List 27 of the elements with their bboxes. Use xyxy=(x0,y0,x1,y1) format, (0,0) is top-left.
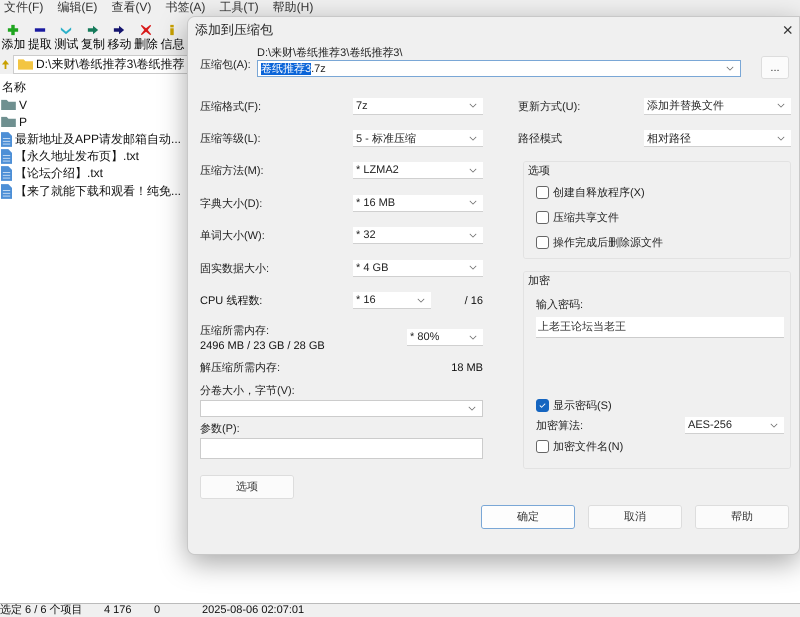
field-label: 压缩方法(M): xyxy=(200,164,264,178)
status-text: 0 xyxy=(154,604,162,617)
status-text: 2025-08-06 02:07:01 xyxy=(202,604,304,617)
field-label: 单词大小(W): xyxy=(200,229,265,244)
field-label: 压缩包(A): xyxy=(200,58,252,73)
field-label: 加密算法: xyxy=(536,418,584,434)
field-label: 解压缩所需内存: xyxy=(200,360,280,376)
field-label: 输入密码: xyxy=(536,298,584,312)
group-title: 加密 xyxy=(528,274,550,288)
field-label: 分卷大小，字节(V): xyxy=(200,384,296,398)
field-label: 参数(P): xyxy=(200,422,241,436)
field-label: 字典大小(D): xyxy=(200,196,262,211)
field-label: CPU 线程数: xyxy=(200,294,262,308)
archive-path: D:\来财\卷纸推荐3\卷纸推荐3\ xyxy=(257,47,404,60)
field-label: 路径模式 xyxy=(518,132,562,146)
thread-max: / 16 xyxy=(464,294,483,307)
dialog-title: 添加到压缩包 xyxy=(195,21,273,39)
field-label: 固实数据大小: xyxy=(200,262,270,276)
group-title: 选项 xyxy=(528,164,550,178)
status-text: 4 176 xyxy=(104,604,133,617)
memory-value: 18 MB xyxy=(451,362,483,374)
field-label: 压缩所需内存: xyxy=(200,324,270,338)
field-label: 压缩等级(L): xyxy=(200,132,260,146)
memory-value: 2496 MB / 23 GB / 28 GB xyxy=(200,340,325,352)
status-text: 选定 6 / 6 个项目 xyxy=(0,604,84,617)
field-label: 压缩格式(F): xyxy=(200,100,262,114)
field-label: 更新方式(U): xyxy=(518,100,580,114)
